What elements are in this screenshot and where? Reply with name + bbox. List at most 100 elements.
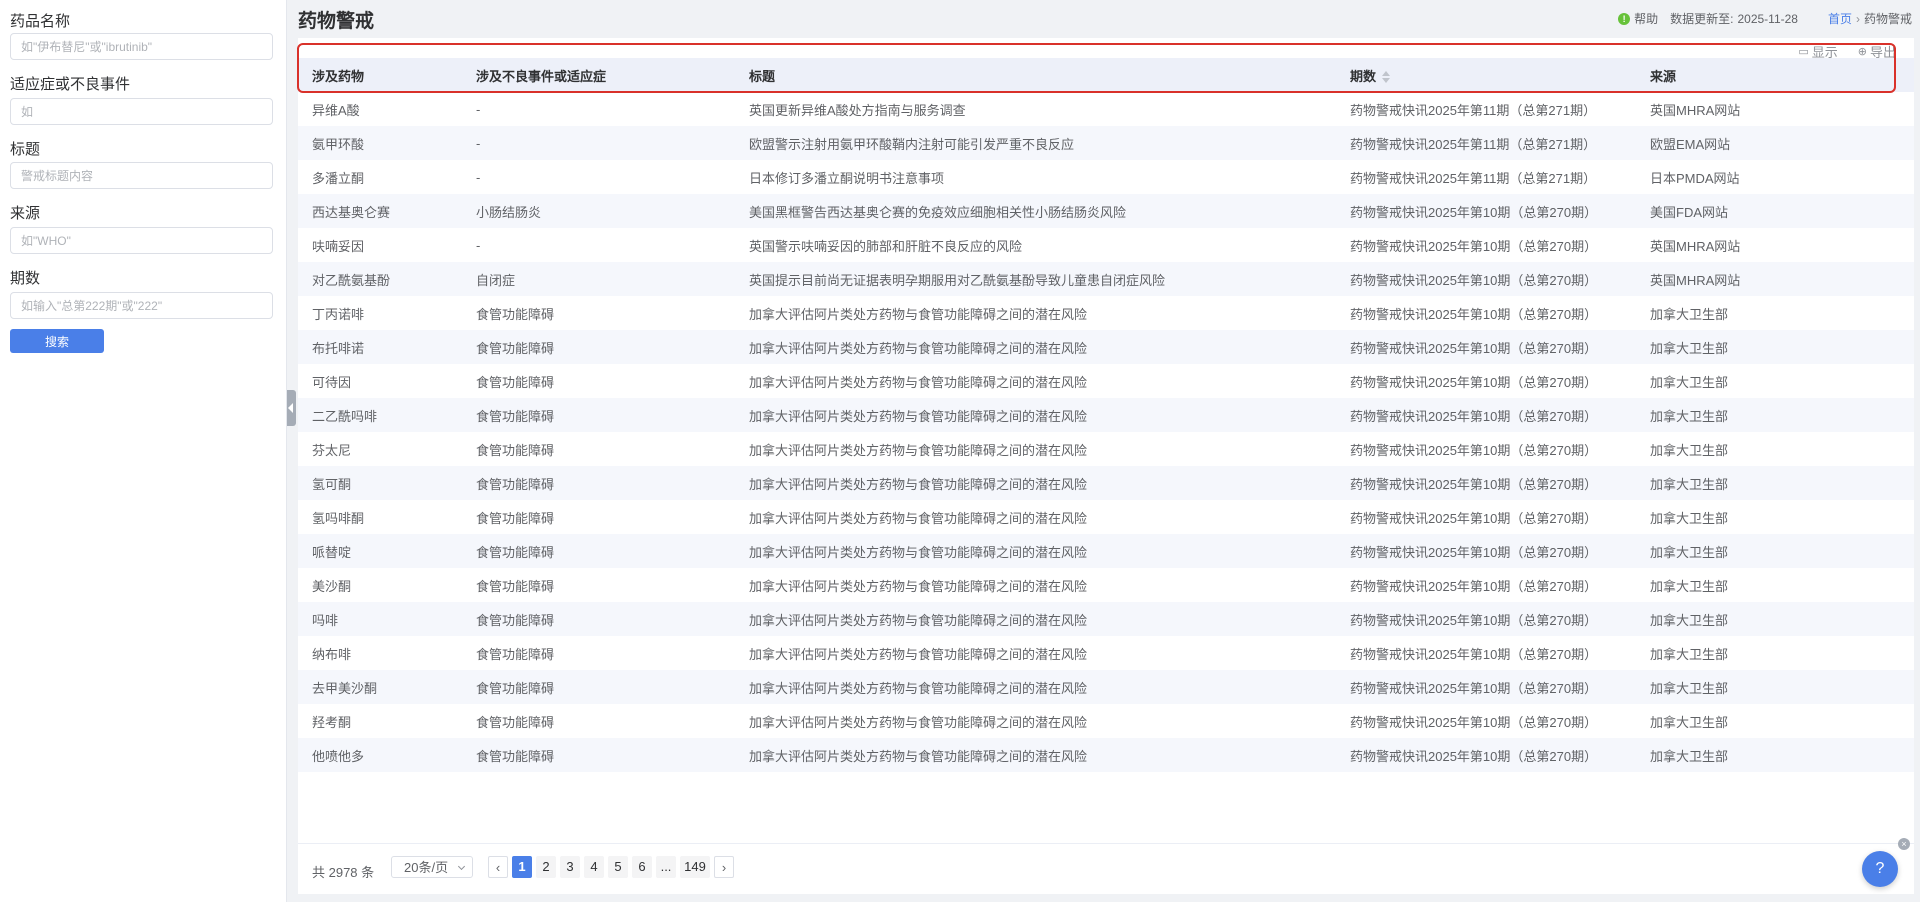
table-row[interactable]: 可待因 食管功能障碍 加拿大评估阿片类处方药物与食管功能障碍之间的潜在风险 药物警戒快… <box>298 364 1914 398</box>
cell-drug[interactable]: 西达基奥仑赛 <box>298 194 462 228</box>
page-button[interactable]: 149 <box>680 856 710 878</box>
cell-issue: 药物警戒快讯2025年第10期（总第270期） <box>1350 306 1598 322</box>
table-row[interactable]: 吗啡 食管功能障碍 加拿大评估阿片类处方药物与食管功能障碍之间的潜在风险 药物警戒快讯… <box>298 602 1914 636</box>
filter-sidebar: 药品名称 适应症或不良事件 标题 来源 期数 搜索 <box>0 0 287 902</box>
table-row[interactable]: 氨甲环酸 - 欧盟警示注射用氨甲环酸鞘内注射可能引发严重不良反应 药物警戒快讯2025… <box>298 126 1914 160</box>
total-count: 共 2978 条 <box>312 865 375 880</box>
cell-event: 食管功能障碍 <box>462 602 735 636</box>
table-row[interactable]: 他喷他多 食管功能障碍 加拿大评估阿片类处方药物与食管功能障碍之间的潜在风险 药物警戒… <box>298 738 1914 772</box>
cell-source: 加拿大卫生部 <box>1650 646 1729 662</box>
indication-input[interactable] <box>10 98 273 125</box>
cell-source: 加拿大卫生部 <box>1636 738 1914 772</box>
table-row[interactable]: 氢吗啡酮 食管功能障碍 加拿大评估阿片类处方药物与食管功能障碍之间的潜在风险 药物警戒… <box>298 500 1914 534</box>
collapse-sidebar-handle[interactable] <box>287 390 296 426</box>
breadcrumb-home[interactable]: 首页 <box>1828 10 1852 27</box>
cell-event: 食管功能障碍 <box>476 374 555 390</box>
issue-input[interactable] <box>10 292 273 319</box>
cell-drug[interactable]: 哌替啶 <box>298 534 462 568</box>
page-button[interactable]: 5 <box>608 856 628 878</box>
cell-source: 英国MHRA网站 <box>1636 262 1914 296</box>
table-row[interactable]: 纳布啡 食管功能障碍 加拿大评估阿片类处方药物与食管功能障碍之间的潜在风险 药物警戒快… <box>298 636 1914 670</box>
cell-event: 食管功能障碍 <box>476 714 555 730</box>
cell-source: 加拿大卫生部 <box>1636 466 1914 500</box>
table-row[interactable]: 美沙酮 食管功能障碍 加拿大评估阿片类处方药物与食管功能障碍之间的潜在风险 药物警戒快… <box>298 568 1914 602</box>
page-button[interactable]: 6 <box>632 856 652 878</box>
cell-event: 食管功能障碍 <box>476 442 555 458</box>
table-row[interactable]: 对乙酰氨基酚 自闭症 英国提示目前尚无证据表明孕期服用对乙酰氨基酚导致儿童患自闭症风… <box>298 262 1914 296</box>
cell-issue: 药物警戒快讯2025年第10期（总第270期） <box>1336 330 1636 364</box>
help-icon[interactable]: ! <box>1618 12 1631 25</box>
cell-title: 加拿大评估阿片类处方药物与食管功能障碍之间的潜在风险 <box>749 306 1088 322</box>
cell-event: 食管功能障碍 <box>462 738 735 772</box>
table-row[interactable]: 羟考酮 食管功能障碍 加拿大评估阿片类处方药物与食管功能障碍之间的潜在风险 药物警戒快… <box>298 704 1914 738</box>
cell-drug[interactable]: 芬太尼 <box>298 432 462 466</box>
cell-source: 加拿大卫生部 <box>1636 670 1914 704</box>
cell-event: 食管功能障碍 <box>462 534 735 568</box>
cell-drug[interactable]: 丁丙诺啡 <box>298 296 462 330</box>
table-row[interactable]: 布托啡诺 食管功能障碍 加拿大评估阿片类处方药物与食管功能障碍之间的潜在风险 药物警戒… <box>298 330 1914 364</box>
source-label: 来源 <box>10 205 41 222</box>
table-row[interactable]: 芬太尼 食管功能障碍 加拿大评估阿片类处方药物与食管功能障碍之间的潜在风险 药物警戒快… <box>298 432 1914 466</box>
page-button[interactable]: 2 <box>536 856 556 878</box>
table-row[interactable]: 丁丙诺啡 食管功能障碍 加拿大评估阿片类处方药物与食管功能障碍之间的潜在风险 药物警戒… <box>298 296 1914 330</box>
cell-drug[interactable]: 美沙酮 <box>298 568 462 602</box>
title-input[interactable] <box>10 162 273 189</box>
cell-drug[interactable]: 羟考酮 <box>298 704 462 738</box>
next-page-button[interactable]: › <box>714 856 734 878</box>
cell-event: 食管功能障碍 <box>462 398 735 432</box>
pager: ‹ 1 2 3 4 5 6 ... 149 › <box>488 856 738 878</box>
cell-drug[interactable]: 异维A酸 <box>298 92 462 126</box>
cell-drug[interactable]: 可待因 <box>298 364 462 398</box>
table-row[interactable]: 呋喃妥因 - 英国警示呋喃妥因的肺部和肝脏不良反应的风险 药物警戒快讯2025年第10… <box>298 228 1914 262</box>
cell-drug[interactable]: 纳布啡 <box>298 636 462 670</box>
header-highlight-annotation <box>297 43 1896 93</box>
table-row[interactable]: 哌替啶 食管功能障碍 加拿大评估阿片类处方药物与食管功能障碍之间的潜在风险 药物警戒快… <box>298 534 1914 568</box>
cell-title: 日本修订多潘立酮说明书注意事项 <box>749 170 945 186</box>
cell-source: 加拿大卫生部 <box>1650 510 1729 526</box>
cell-drug[interactable]: 布托啡诺 <box>298 330 462 364</box>
issue-label: 期数 <box>10 270 41 287</box>
table-row[interactable]: 氢可酮 食管功能障碍 加拿大评估阿片类处方药物与食管功能障碍之间的潜在风险 药物警戒快… <box>298 466 1914 500</box>
cell-drug[interactable]: 呋喃妥因 <box>298 228 462 262</box>
cell-source: 加拿大卫生部 <box>1650 714 1729 730</box>
cell-issue: 药物警戒快讯2025年第10期（总第270期） <box>1350 510 1598 526</box>
page-button[interactable]: 1 <box>512 856 532 878</box>
table-row[interactable]: 西达基奥仑赛 小肠结肠炎 美国黑框警告西达基奥仑赛的免疫效应细胞相关性小肠结肠炎风险… <box>298 194 1914 228</box>
cell-source: 美国FDA网站 <box>1636 194 1914 228</box>
cell-drug[interactable]: 二乙酰吗啡 <box>298 398 462 432</box>
cell-title: 英国警示呋喃妥因的肺部和肝脏不良反应的风险 <box>749 238 1023 254</box>
close-icon[interactable]: × <box>1898 838 1910 850</box>
cell-drug[interactable]: 氢可酮 <box>298 466 462 500</box>
page-button[interactable]: 3 <box>560 856 580 878</box>
prev-page-button[interactable]: ‹ <box>488 856 508 878</box>
source-input[interactable] <box>10 227 273 254</box>
drug-name-input[interactable] <box>10 33 273 60</box>
floating-help-button[interactable]: ? <box>1862 851 1898 887</box>
cell-title: 加拿大评估阿片类处方药物与食管功能障碍之间的潜在风险 <box>735 330 1336 364</box>
cell-drug[interactable]: 吗啡 <box>298 602 462 636</box>
cell-drug[interactable]: 多潘立酮 <box>298 160 462 194</box>
page-ellipsis[interactable]: ... <box>656 856 676 878</box>
cell-drug[interactable]: 氨甲环酸 <box>298 126 462 160</box>
table-row[interactable]: 二乙酰吗啡 食管功能障碍 加拿大评估阿片类处方药物与食管功能障碍之间的潜在风险 药物警… <box>298 398 1914 432</box>
cell-drug[interactable]: 去甲美沙酮 <box>298 670 462 704</box>
update-label: 数据更新至: <box>1670 12 1734 26</box>
page-size-value: 20条/页 <box>404 860 449 875</box>
table-row[interactable]: 多潘立酮 - 日本修订多潘立酮说明书注意事项 药物警戒快讯2025年第11期（总第27… <box>298 160 1914 194</box>
cell-source: 英国MHRA网站 <box>1650 238 1741 254</box>
cell-drug[interactable]: 他喷他多 <box>298 738 462 772</box>
help-link[interactable]: 帮助 <box>1634 10 1658 27</box>
page-button[interactable]: 4 <box>584 856 604 878</box>
cell-drug[interactable]: 对乙酰氨基酚 <box>298 262 462 296</box>
cell-event: 自闭症 <box>462 262 735 296</box>
table-row[interactable]: 去甲美沙酮 食管功能障碍 加拿大评估阿片类处方药物与食管功能障碍之间的潜在风险 药物警… <box>298 670 1914 704</box>
cell-title: 英国提示目前尚无证据表明孕期服用对乙酰氨基酚导致儿童患自闭症风险 <box>735 262 1336 296</box>
page-size-select[interactable]: 20条/页 <box>391 856 473 878</box>
cell-event: 食管功能障碍 <box>462 466 735 500</box>
cell-title: 加拿大评估阿片类处方药物与食管功能障碍之间的潜在风险 <box>749 578 1088 594</box>
table-row[interactable]: 异维A酸 - 英国更新异维A酸处方指南与服务调查 药物警戒快讯2025年第11期（总第… <box>298 92 1914 126</box>
search-button[interactable]: 搜索 <box>10 329 104 353</box>
cell-drug[interactable]: 氢吗啡酮 <box>298 500 462 534</box>
main-card: ▭ 显示 ⊕ 导出 涉及药物 涉及不良事件或适应症 标题 期数 来源 异维A酸 -… <box>298 38 1914 894</box>
cell-title: 加拿大评估阿片类处方药物与食管功能障碍之间的潜在风险 <box>749 374 1088 390</box>
